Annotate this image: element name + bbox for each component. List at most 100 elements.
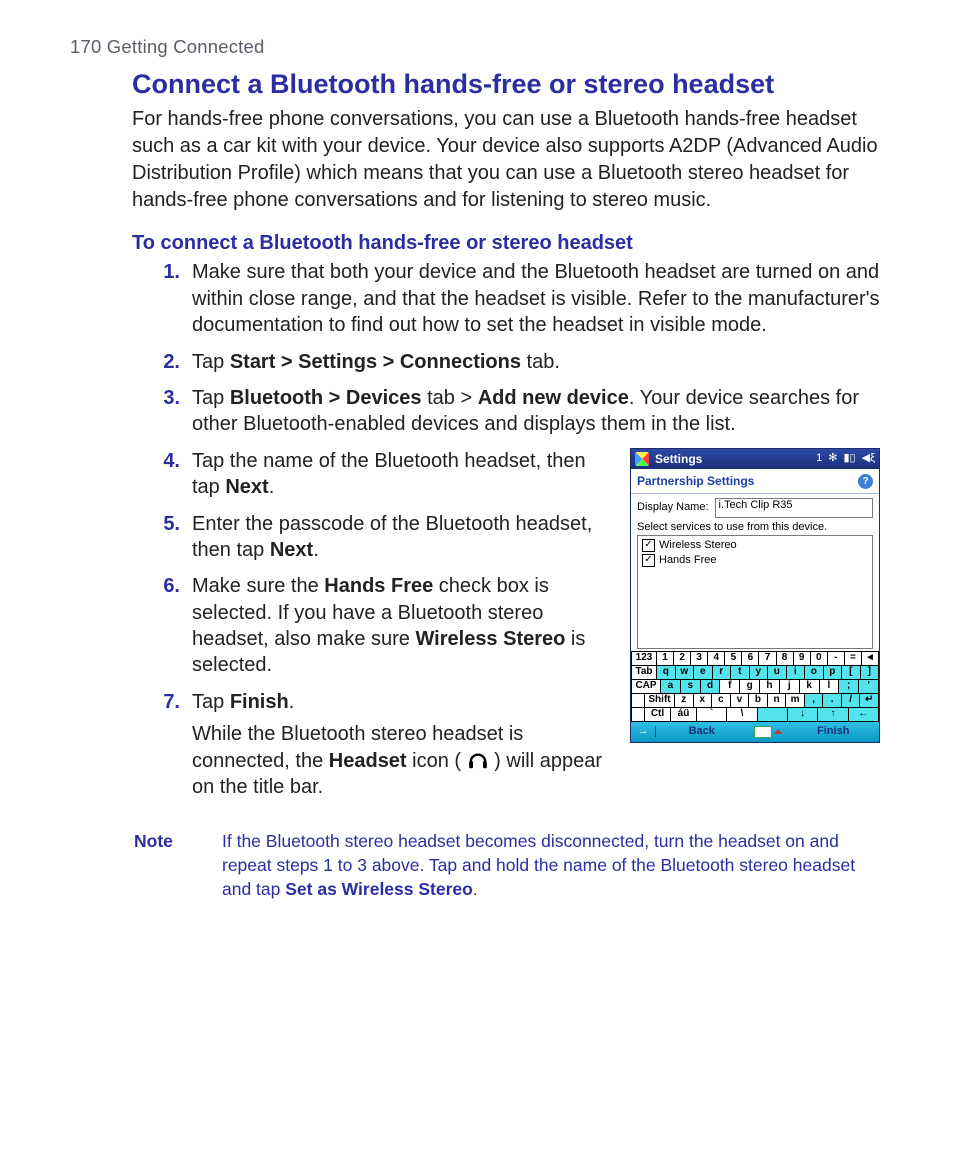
kbd-key[interactable]: h	[760, 680, 780, 694]
step-3: 3. Tap Bluetooth > Devices tab > Add new…	[132, 385, 880, 438]
step-text: Enter the passcode of the Bluetooth head…	[192, 513, 592, 561]
kbd-key[interactable]: ]	[861, 666, 880, 680]
kbd-key[interactable]: ;	[839, 680, 859, 694]
kbd-key[interactable]: e	[694, 666, 713, 680]
kbd-key[interactable]: `	[697, 708, 727, 722]
kbd-key[interactable]: o	[805, 666, 824, 680]
kbd-key[interactable]: 0	[811, 652, 828, 666]
step-number: 4.	[150, 448, 180, 474]
kbd-key[interactable]: z	[675, 694, 694, 708]
step-number: 1.	[150, 259, 180, 285]
step-text: Make sure that both your device and the …	[192, 261, 880, 336]
kbd-key[interactable]: r	[713, 666, 732, 680]
kbd-key[interactable]: w	[676, 666, 695, 680]
kbd-key[interactable]: CAP	[631, 680, 661, 694]
keyboard-icon	[754, 726, 772, 738]
kbd-key[interactable]: p	[824, 666, 843, 680]
checkbox-icon[interactable]: ✓	[642, 554, 655, 567]
kbd-key[interactable]: 3	[691, 652, 708, 666]
kbd-key[interactable]: m	[786, 694, 805, 708]
kbd-key[interactable]: y	[750, 666, 769, 680]
kbd-key[interactable]: j	[780, 680, 800, 694]
device-title: Settings	[655, 453, 702, 465]
onscreen-keyboard[interactable]: 123 1 2 3 4 5 6 7 8 9 0 - =	[631, 651, 879, 722]
kbd-key[interactable]: Tab	[631, 666, 657, 680]
step-5: 5. Enter the passcode of the Bluetooth h…	[132, 511, 608, 564]
display-name-input[interactable]: i.Tech Clip R35	[715, 498, 873, 518]
softkey-sip[interactable]	[748, 726, 788, 738]
kbd-key[interactable]: c	[712, 694, 731, 708]
kbd-key[interactable]: Ctl	[645, 708, 671, 722]
softkey-finish[interactable]: Finish	[788, 726, 880, 738]
kbd-key[interactable]: k	[800, 680, 820, 694]
device-softkey-bar: → Back Finish	[631, 722, 879, 742]
kbd-key[interactable]	[631, 708, 645, 722]
kbd-key[interactable]: s	[681, 680, 701, 694]
kbd-key[interactable]: x	[694, 694, 713, 708]
device-subtitle: Partnership Settings	[637, 475, 754, 487]
chevron-up-icon	[774, 729, 782, 734]
procedure-heading: To connect a Bluetooth hands-free or ste…	[132, 232, 880, 255]
kbd-key[interactable]: d	[701, 680, 721, 694]
help-icon[interactable]: ?	[858, 474, 873, 489]
kbd-key[interactable]: l	[820, 680, 840, 694]
kbd-key[interactable]: i	[787, 666, 806, 680]
kbd-key[interactable]: u	[768, 666, 787, 680]
kbd-key[interactable]: q	[657, 666, 676, 680]
kbd-key[interactable]: [	[842, 666, 861, 680]
kbd-key[interactable]: b	[749, 694, 768, 708]
kbd-key[interactable]: ↓	[788, 708, 818, 722]
service-hands-free[interactable]: ✓ Hands Free	[642, 554, 868, 567]
kbd-backspace[interactable]	[862, 652, 879, 666]
softkey-back[interactable]: Back	[656, 726, 748, 738]
softkey-arrow-icon[interactable]: →	[631, 726, 656, 737]
running-header: 170 Getting Connected	[70, 36, 898, 58]
step-2: 2. Tap Start > Settings > Connections ta…	[132, 349, 880, 375]
service-wireless-stereo[interactable]: ✓ Wireless Stereo	[642, 539, 868, 552]
step-number: 7.	[150, 689, 180, 715]
kbd-key[interactable]: g	[740, 680, 760, 694]
kbd-key[interactable]: 5	[725, 652, 742, 666]
kbd-key[interactable]: áü	[671, 708, 697, 722]
device-subtitle-bar: Partnership Settings ?	[631, 469, 879, 494]
kbd-key[interactable]: 123	[631, 652, 657, 666]
kbd-key[interactable]: 8	[777, 652, 794, 666]
kbd-enter-icon[interactable]: ↵	[860, 694, 879, 708]
step-text: Tap Start > Settings > Connections tab.	[192, 351, 560, 373]
kbd-key[interactable]: \	[727, 708, 757, 722]
kbd-key[interactable]	[631, 694, 645, 708]
kbd-key[interactable]: 7	[759, 652, 776, 666]
kbd-key[interactable]: ,	[805, 694, 824, 708]
kbd-key[interactable]: 9	[794, 652, 811, 666]
device-title-bar: Settings 1 ✻ ▮▯ ◀ξ	[631, 449, 879, 469]
headset-icon	[467, 751, 489, 771]
kbd-key[interactable]: t	[731, 666, 750, 680]
kbd-key[interactable]: 4	[708, 652, 725, 666]
kbd-key[interactable]: 6	[742, 652, 759, 666]
services-listbox[interactable]: ✓ Wireless Stereo ✓ Hands Free	[637, 535, 873, 649]
checkbox-icon[interactable]: ✓	[642, 539, 655, 552]
note-body: If the Bluetooth stereo headset becomes …	[222, 830, 880, 901]
step-7: 7. Tap Finish. While the Bluetooth stere…	[132, 689, 608, 801]
kbd-key[interactable]: /	[842, 694, 861, 708]
kbd-key[interactable]: -	[828, 652, 845, 666]
kbd-key[interactable]: =	[845, 652, 862, 666]
kbd-key[interactable]: ←	[849, 708, 879, 722]
kbd-key[interactable]: v	[731, 694, 750, 708]
kbd-key[interactable]: .	[823, 694, 842, 708]
note-block: Note If the Bluetooth stereo headset bec…	[132, 830, 880, 901]
kbd-key[interactable]: a	[661, 680, 681, 694]
kbd-key[interactable]: n	[768, 694, 787, 708]
kbd-key[interactable]: 1	[657, 652, 674, 666]
kbd-key[interactable]: ↑	[818, 708, 848, 722]
kbd-key[interactable]: Shift	[645, 694, 675, 708]
step-4: 4. Tap the name of the Bluetooth headset…	[132, 448, 608, 501]
kbd-key[interactable]: 2	[674, 652, 691, 666]
section-heading: Connect a Bluetooth hands-free or stereo…	[132, 68, 880, 100]
device-screenshot: Settings 1 ✻ ▮▯ ◀ξ Partnership Settings …	[630, 448, 880, 743]
kbd-space[interactable]	[758, 708, 788, 722]
kbd-key[interactable]: '	[859, 680, 879, 694]
step-number: 3.	[150, 385, 180, 411]
step-1: 1. Make sure that both your device and t…	[132, 259, 880, 338]
kbd-key[interactable]: f	[720, 680, 740, 694]
